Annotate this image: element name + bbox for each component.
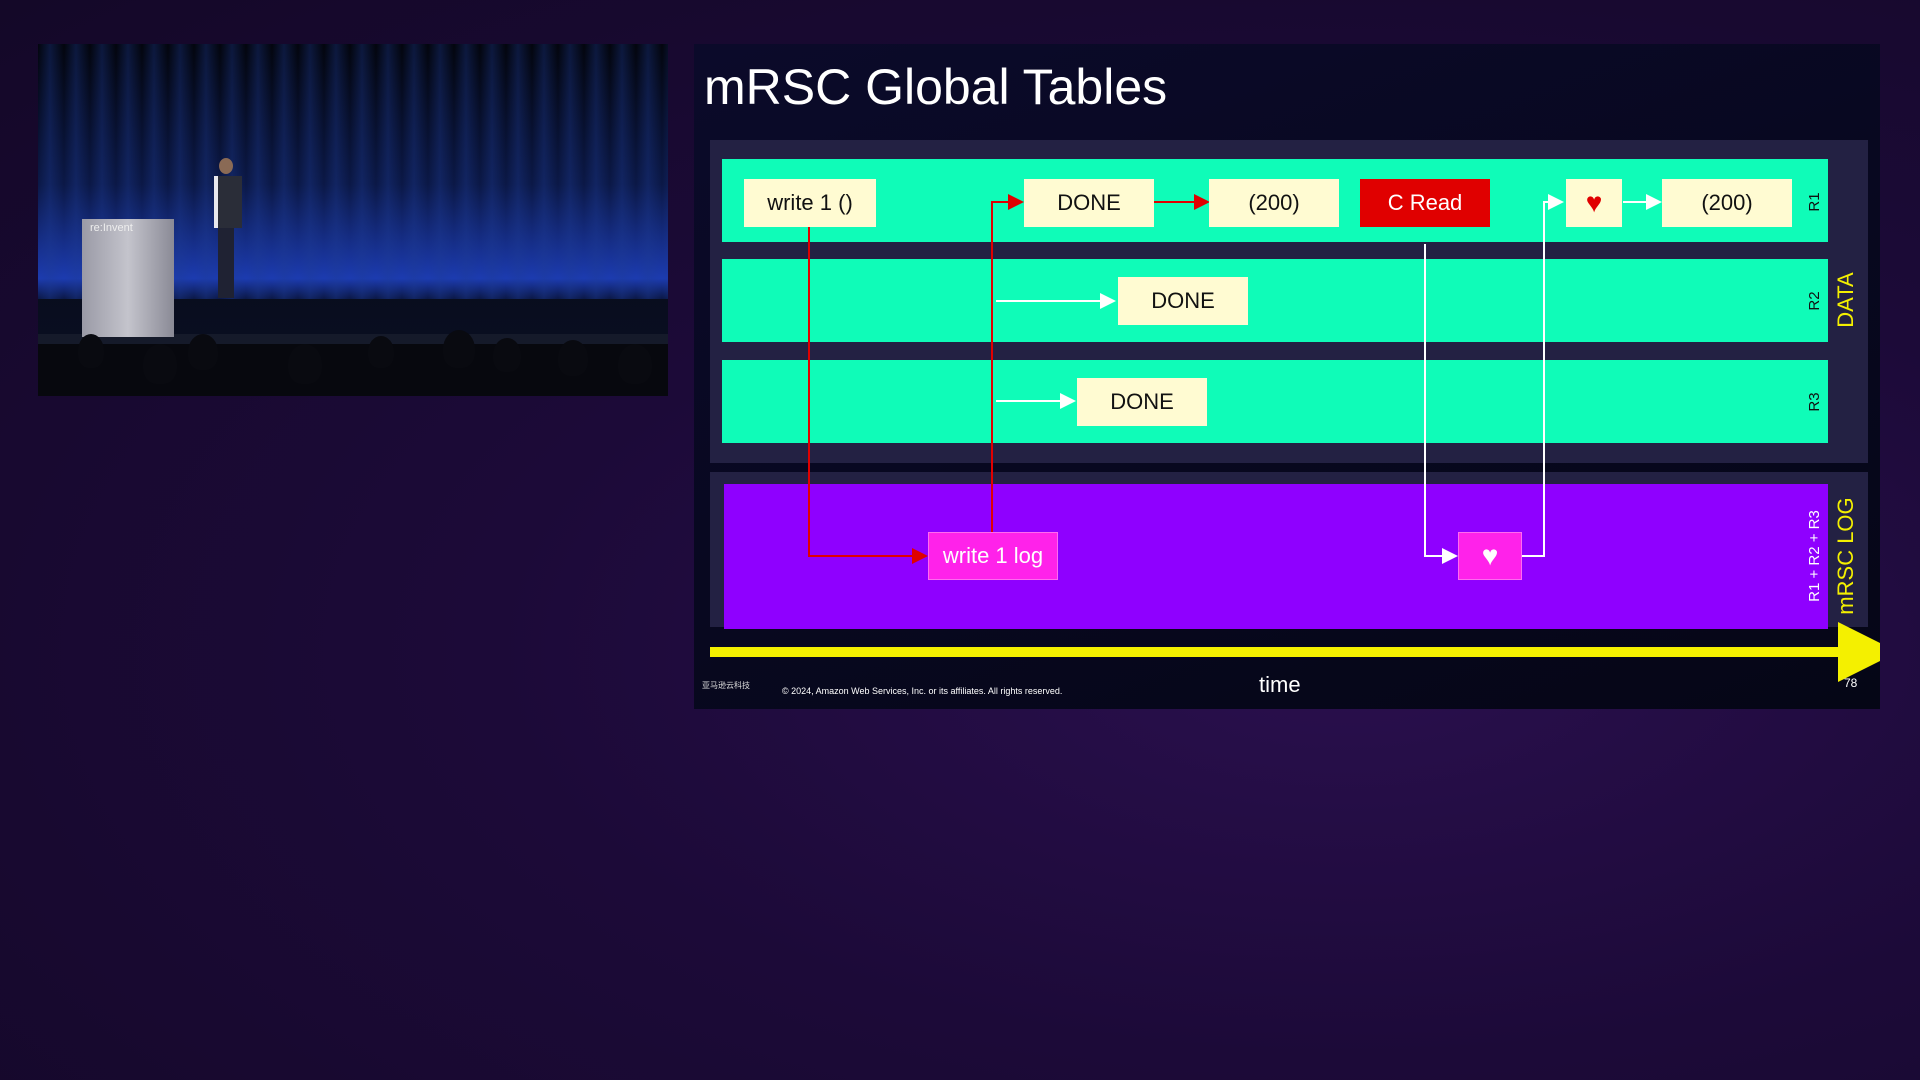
audience-head	[288, 344, 322, 384]
r3-done-box: DONE	[1077, 378, 1207, 426]
audience-head	[368, 336, 394, 368]
page-number: 78	[1844, 676, 1858, 690]
podium	[82, 219, 174, 337]
arrow-write-to-log	[808, 224, 928, 564]
write-1-box: write 1 ()	[744, 179, 876, 227]
speaker-legs	[218, 228, 234, 298]
heart-icon: ♥	[1566, 179, 1622, 227]
r1-done-box: DONE	[1024, 179, 1154, 227]
lane-label-log: R1 + R2 + R3	[1806, 510, 1823, 602]
copyright-text: © 2024, Amazon Web Services, Inc. or its…	[782, 686, 1063, 696]
audience-head	[558, 340, 588, 376]
write-1-log-box: write 1 log	[928, 532, 1058, 580]
speaker-head	[219, 158, 233, 174]
arrow-log-heart-to-r1	[1522, 194, 1564, 557]
speaker-torso	[214, 176, 242, 228]
connector-arrows	[710, 194, 1880, 682]
heart-icon: ♥	[1458, 532, 1522, 580]
footer-logo: 亚马逊云科技	[702, 681, 750, 690]
arrow-log-to-done	[991, 194, 1024, 532]
time-axis-label: time	[1259, 672, 1301, 697]
section-label-log: mRSC LOG	[1833, 497, 1858, 615]
arrow-read-to-log-heart	[1424, 244, 1458, 564]
lane-label-r2: R2	[1806, 291, 1823, 311]
r1-200-box: (200)	[1209, 179, 1339, 227]
audience-head	[493, 338, 521, 372]
r1-200-final-box: (200)	[1662, 179, 1792, 227]
lane-label-r3: R3	[1806, 392, 1823, 412]
audience-head	[78, 334, 104, 368]
podium-logo: re:Invent	[90, 222, 133, 234]
speaker-video: re:Invent	[38, 44, 668, 396]
audience-head	[188, 334, 218, 370]
audience-head	[443, 330, 475, 368]
slide: mRSC Global Tables write 1 () DONE (200)…	[694, 44, 1880, 709]
audience-head	[618, 344, 652, 384]
section-label-data: DATA	[1833, 272, 1858, 328]
r2-done-box: DONE	[1118, 277, 1248, 325]
c-read-box: C Read	[1360, 179, 1490, 227]
audience-head	[143, 344, 177, 384]
lane-label-r1: R1	[1806, 192, 1823, 212]
